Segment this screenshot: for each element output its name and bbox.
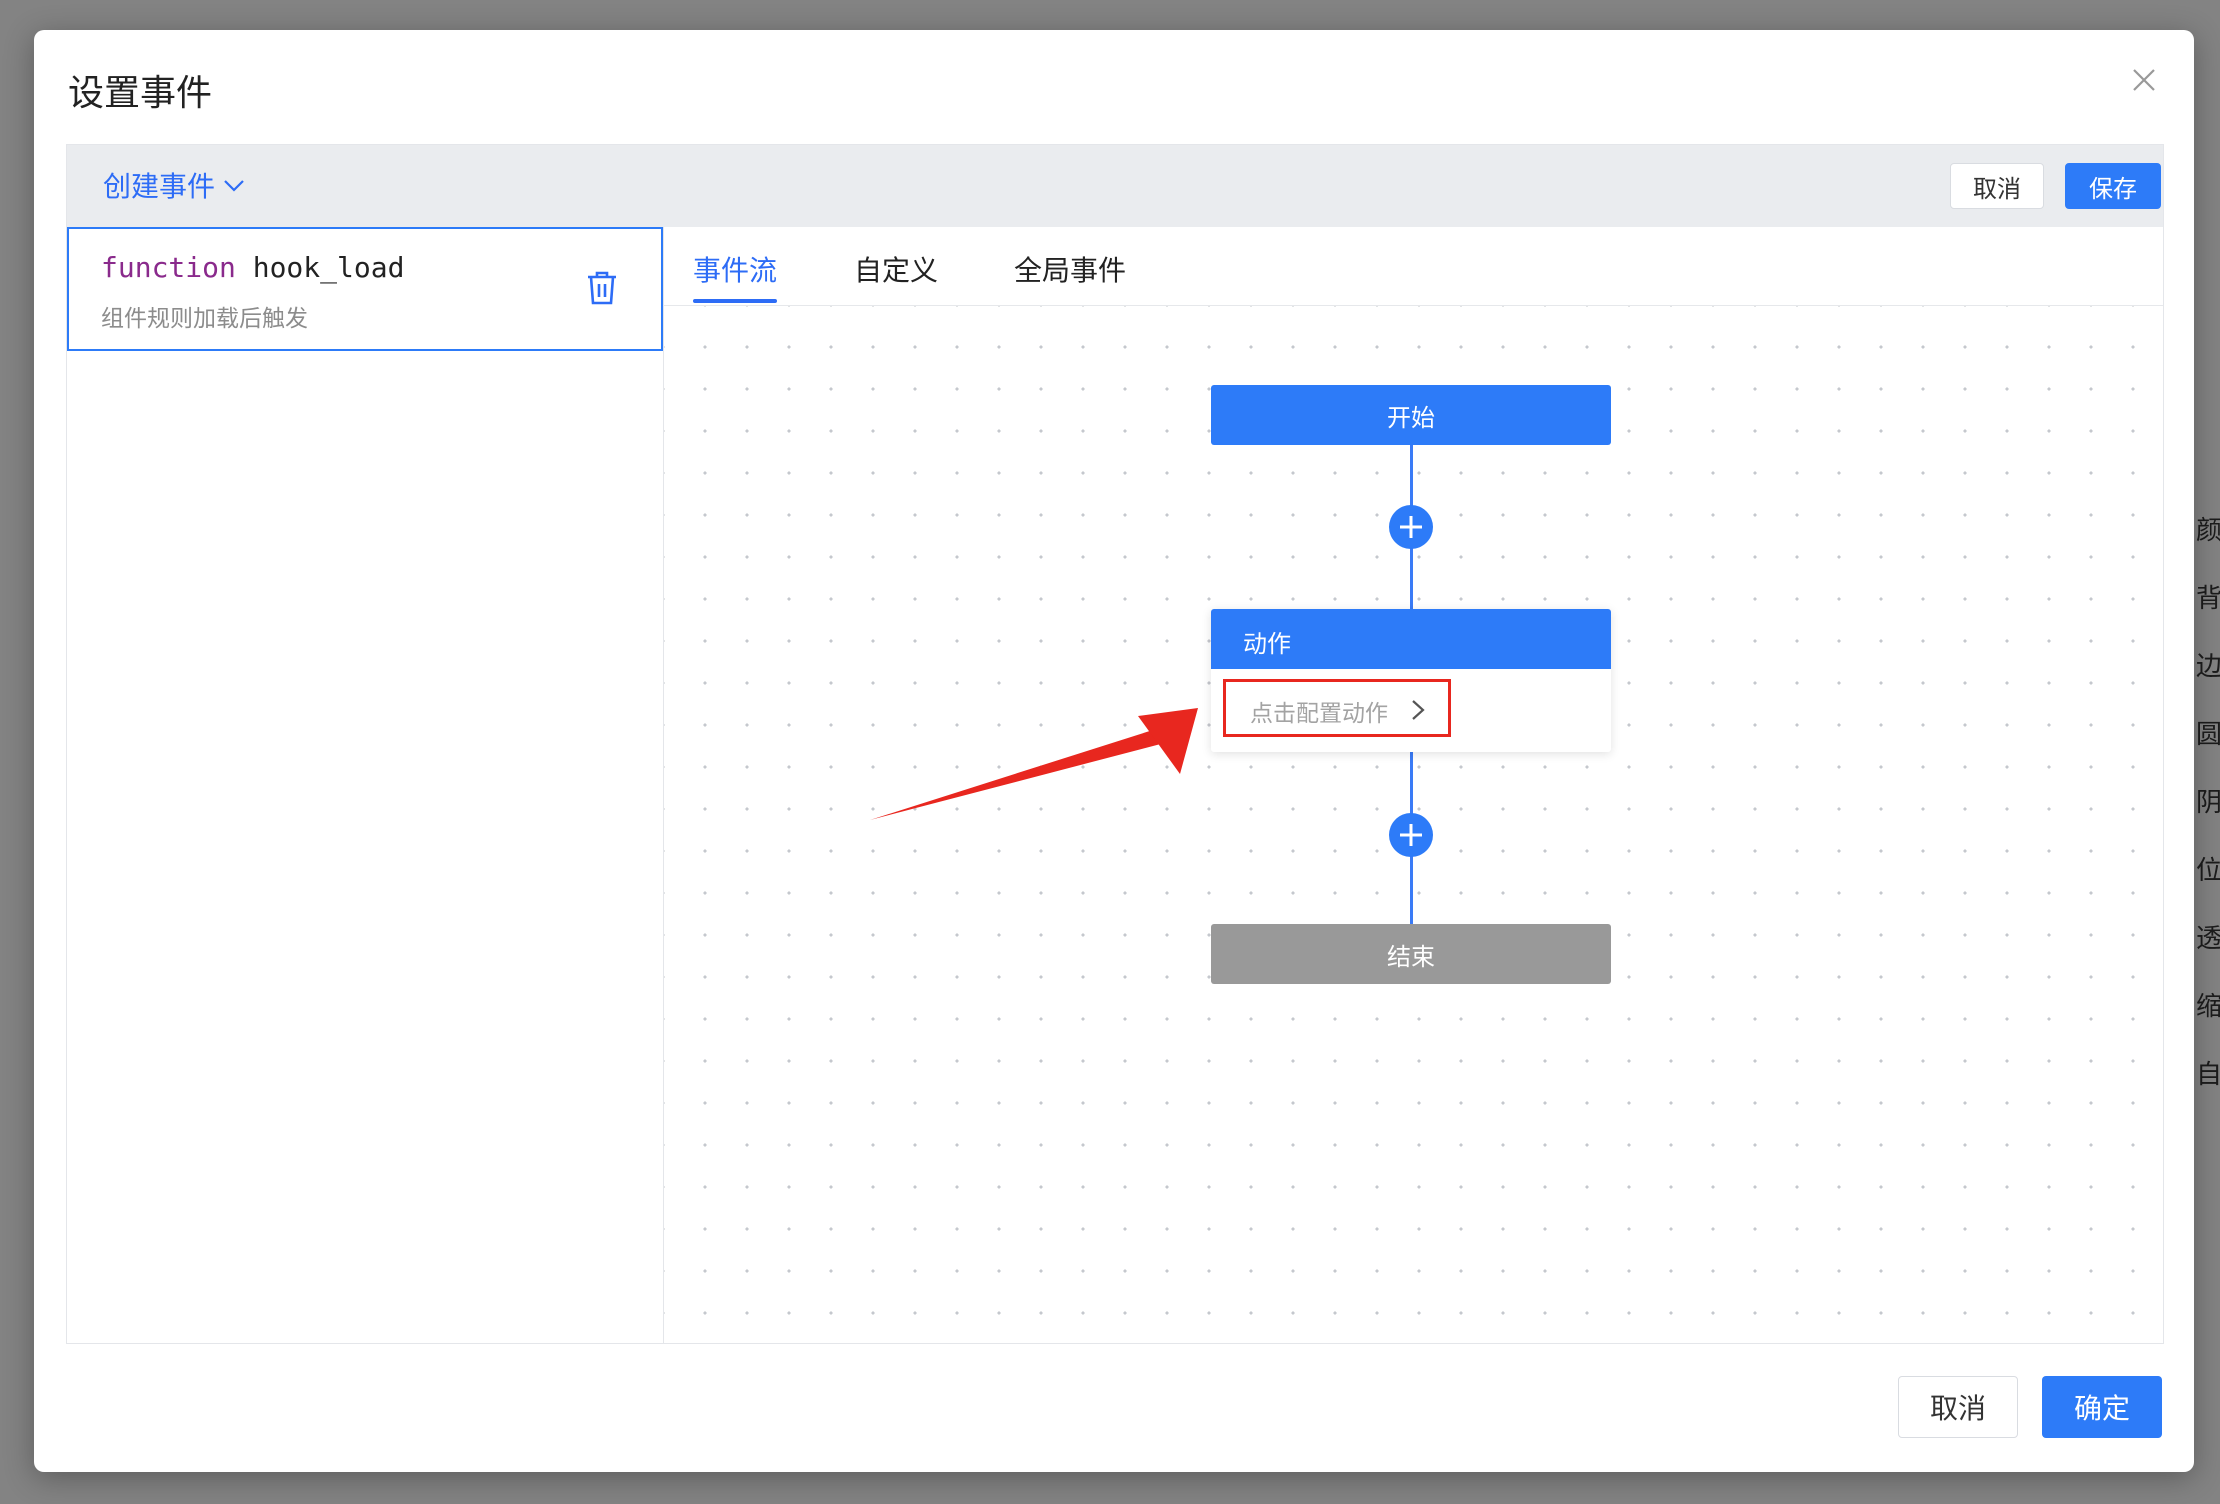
flow-tabs: 事件流 自定义 全局事件 bbox=[664, 227, 2163, 306]
function-signature: function hook_load bbox=[101, 251, 404, 284]
function-name: hook_load bbox=[252, 251, 405, 284]
configure-action-label: 点击配置动作 bbox=[1250, 701, 1388, 727]
cancel-button-top[interactable]: 取消 bbox=[1950, 163, 2044, 209]
action-node[interactable]: 动作 点击配置动作 bbox=[1211, 609, 1611, 752]
plus-icon bbox=[1400, 516, 1422, 538]
add-node-button[interactable] bbox=[1389, 505, 1433, 549]
chevron-down-icon bbox=[224, 180, 244, 192]
function-keyword: function bbox=[101, 251, 236, 284]
create-event-label: 创建事件 bbox=[103, 170, 216, 203]
chevron-right-icon bbox=[1412, 700, 1425, 720]
end-node[interactable]: 结束 bbox=[1211, 924, 1611, 984]
editor-toolbar: 创建事件 取消 保存 bbox=[67, 145, 2163, 227]
save-button[interactable]: 保存 bbox=[2065, 163, 2161, 209]
plus-icon bbox=[1400, 824, 1422, 846]
start-node[interactable]: 开始 bbox=[1211, 385, 1611, 445]
active-tab-indicator bbox=[693, 299, 777, 303]
close-icon[interactable] bbox=[2124, 60, 2164, 100]
tab-event-flow[interactable]: 事件流 bbox=[693, 249, 777, 289]
configure-action-link[interactable]: 点击配置动作 bbox=[1223, 679, 1451, 737]
action-node-header: 动作 bbox=[1211, 609, 1611, 669]
annotation-arrow-icon bbox=[870, 708, 1198, 820]
action-node-title: 动作 bbox=[1243, 630, 1291, 658]
dialog-title: 设置事件 bbox=[68, 73, 213, 114]
tab-custom[interactable]: 自定义 bbox=[854, 249, 938, 289]
cancel-button[interactable]: 取消 bbox=[1898, 1376, 2018, 1438]
add-node-button[interactable] bbox=[1389, 813, 1433, 857]
confirm-button[interactable]: 确定 bbox=[2042, 1376, 2162, 1438]
trash-icon[interactable] bbox=[585, 269, 619, 307]
tab-global-events[interactable]: 全局事件 bbox=[1014, 249, 1126, 289]
create-event-dropdown[interactable]: 创建事件 bbox=[103, 165, 247, 205]
event-list: function hook_load 组件规则加载后触发 bbox=[67, 227, 664, 1343]
function-description: 组件规则加载后触发 bbox=[101, 306, 308, 332]
event-item-hook-load[interactable]: function hook_load 组件规则加载后触发 bbox=[67, 227, 663, 351]
